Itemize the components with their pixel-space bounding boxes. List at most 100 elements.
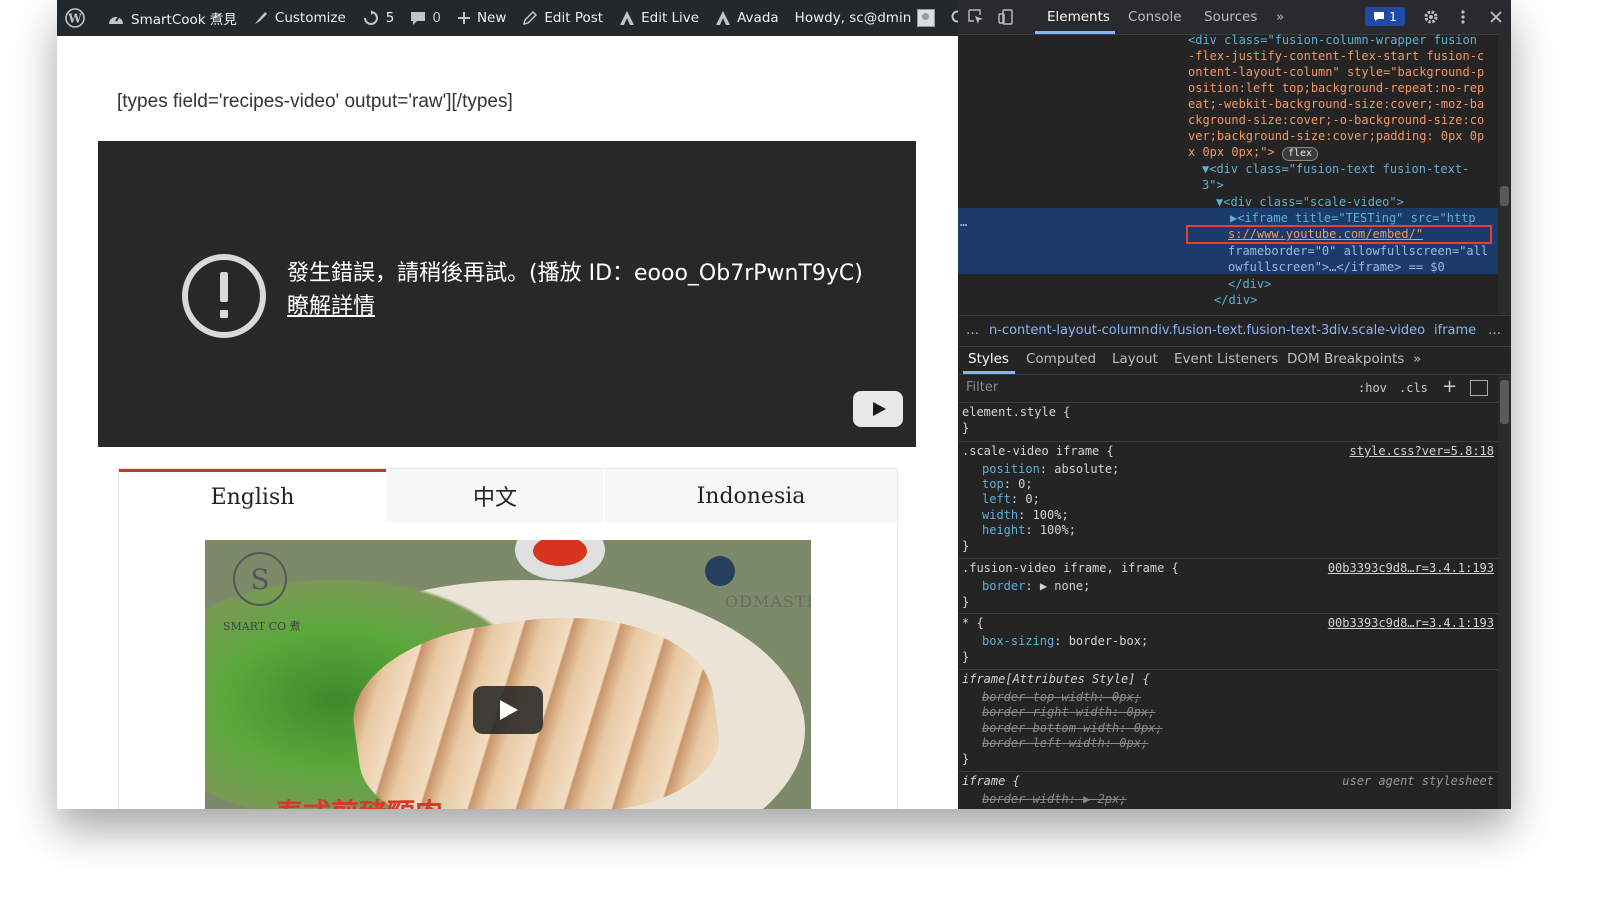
tab-event-listeners[interactable]: Event Listeners [1174,351,1278,367]
sidebar-toggle-icon[interactable] [1470,380,1488,396]
dom-line-4: eat;-webkit-background-size:cover;-moz-b… [1188,97,1485,111]
dom-line-8[interactable]: ▼<div class="fusion-text fusion-text- [1202,161,1469,177]
comments-link[interactable]: 0 [402,0,449,36]
video-thumbnail[interactable]: S SMART CO 煮 ODMASTER 泰式煎豬頸肉 [205,540,811,809]
css-property[interactable]: box-sizing: border-box; [982,634,1148,650]
hover-state-toggle[interactable]: :hov [1358,381,1387,395]
rule-scale-video-iframe[interactable]: .scale-video iframe { style.css?ver=5.8:… [958,442,1498,559]
avatar [917,9,936,27]
rule-source-link[interactable]: 00b3393c9d8…r=3.4.1:193 [1328,561,1494,577]
css-property-overridden[interactable]: border-width: ▶ 2px; [982,792,1127,808]
rule-close: } [962,595,970,609]
elements-dom-tree[interactable]: … <div class="fusion-column-wrapper fusi… [958,34,1498,314]
dom-tree-scroll-thumb[interactable] [1500,186,1509,206]
play-button-icon[interactable] [473,686,543,734]
breadcrumb-scroll-right[interactable]: … [1488,323,1501,338]
tab-console[interactable]: Console [1128,9,1182,25]
tab-styles[interactable]: Styles [968,351,1009,367]
raw-shortcode-text: [types field='recipes-video' output='raw… [117,91,513,112]
youtube-logo-icon[interactable] [853,391,903,427]
rule-source-link[interactable]: 00b3393c9d8…r=3.4.1:193 [1328,616,1494,632]
flex-badge[interactable]: flex [1281,147,1319,161]
dom-line-2: ontent-layout-column" style="background-… [1188,65,1485,79]
dom-line-1: -flex-justify-content-flex-start fusion-… [1188,49,1485,63]
site-name-link[interactable]: SmartCook 煮見 [99,0,245,36]
edit-live-link[interactable]: Edit Live [611,0,707,36]
breadcrumb-scroll-left[interactable]: … [966,323,979,338]
wp-admin-bar: W SmartCook 煮見 Customize 5 0 New Edit Po… [57,0,968,36]
css-property-overridden[interactable]: border-left-width: 0px; [982,736,1148,752]
breadcrumb-item[interactable]: iframe [1434,323,1476,338]
node-ellipsis[interactable]: … [960,214,967,230]
svg-text:W: W [67,12,82,26]
error-exclamation-icon [182,254,266,338]
devtools-panel: Elements Console Sources » 1 … <div clas… [958,0,1511,809]
avada-menu[interactable]: Avada [707,0,787,36]
tab-computed[interactable]: Computed [1026,351,1096,367]
styles-subtabs: Styles Computed Layout Event Listeners D… [958,346,1511,375]
rule-selector: iframe[Attributes Style] { [962,672,1150,686]
styles-scrollbar[interactable] [1498,375,1511,809]
css-property[interactable]: top: 0; [982,477,1033,493]
rule-source-link[interactable]: style.css?ver=5.8:18 [1350,444,1495,460]
new-content-link[interactable]: New [449,0,514,36]
rule-selector: iframe { [962,774,1020,788]
dom-line-0[interactable]: <div class="fusion-column-wrapper fusion [1188,34,1477,48]
class-toggle[interactable]: .cls [1399,381,1428,395]
language-tabs: English 中文 Indonesia S SMART CO 煮 ODMAST… [118,468,898,809]
new-rule-plus-icon[interactable]: + [1442,376,1457,397]
my-account-menu[interactable]: Howdy, sc@dmin [787,0,944,36]
rule-close: } [962,421,970,435]
css-property[interactable]: border: ▶ none; [982,579,1090,595]
highlight-annotation-box [1186,225,1492,244]
css-property[interactable]: height: 100%; [982,523,1076,539]
rule-close: } [962,539,970,553]
tab-indonesia[interactable]: Indonesia [605,469,897,523]
rule-selector: * { [962,616,984,630]
thumbnail-brand-right: ODMASTER [725,592,811,611]
css-property[interactable]: left: 0; [982,492,1040,508]
edit-post-link[interactable]: Edit Post [514,0,611,36]
rule-iframe-user-agent[interactable]: iframe { user agent stylesheet border-wi… [958,772,1498,809]
edit-live-label: Edit Live [641,10,700,26]
css-property-overridden[interactable]: border-bottom-width: 0px; [982,721,1163,737]
dom-line-11[interactable]: ▶<iframe title="TESTing" src="http [1230,210,1476,226]
styles-scroll-thumb[interactable] [1500,380,1509,424]
learn-more-link[interactable]: 瞭解詳情 [287,288,375,320]
more-subtabs-chevron-icon[interactable]: » [1413,351,1421,367]
dom-tree-scrollbar[interactable] [1498,34,1511,314]
tab-chinese[interactable]: 中文 [387,469,603,523]
css-property[interactable]: position: absolute; [982,462,1119,478]
wordpress-logo-icon[interactable]: W [57,0,99,36]
styles-filter-input[interactable]: Filter [966,380,998,395]
updates-link[interactable]: 5 [354,0,403,36]
tab-elements[interactable]: Elements [1047,9,1110,25]
css-property[interactable]: width: 100%; [982,508,1069,524]
issues-badge[interactable]: 1 [1365,7,1405,26]
css-property-overridden[interactable]: border-right-width: 0px; [982,705,1155,721]
dom-line-10[interactable]: ▼<div class="scale-video"> [1216,194,1404,210]
css-property-overridden[interactable]: border-top-width: 0px; [982,690,1141,706]
rule-universal[interactable]: * { 00b3393c9d8…r=3.4.1:193 box-sizing: … [958,614,1498,670]
close-icon[interactable] [1488,9,1504,25]
tab-sources[interactable]: Sources [1204,9,1257,25]
kebab-menu-icon[interactable] [1455,9,1471,25]
rule-fusion-video-iframe[interactable]: .fusion-video iframe, iframe { 00b3393c9… [958,559,1498,614]
inspect-element-icon[interactable] [968,9,984,25]
avada-logo-icon [716,11,731,25]
customize-link[interactable]: Customize [245,0,354,36]
settings-gear-icon[interactable] [1423,9,1439,25]
tab-dom-breakpoints[interactable]: DOM Breakpoints [1287,351,1404,367]
tab-english[interactable]: English [119,469,386,523]
breadcrumb-item[interactable]: n-content-layout-column [989,323,1150,338]
breadcrumb-item[interactable]: div.fusion-text.fusion-text-3 [1150,323,1329,338]
more-tabs-chevron-icon[interactable]: » [1276,9,1284,25]
device-toolbar-icon[interactable] [998,9,1014,25]
breadcrumb-item[interactable]: div.scale-video [1329,323,1425,338]
tab-layout[interactable]: Layout [1112,351,1158,367]
youtube-embed-error[interactable]: 發生錯誤，請稍後再試。(播放 ID：eooo_Ob7rPwnT9yC) 瞭解詳情 [98,141,916,447]
rule-element-style[interactable]: element.style { } [958,403,1498,442]
thumbnail-caption: 泰式煎豬頸肉 [275,792,443,809]
site-name: SmartCook 煮見 [131,12,237,28]
rule-iframe-attributes-style[interactable]: iframe[Attributes Style] { border-top-wi… [958,670,1498,772]
